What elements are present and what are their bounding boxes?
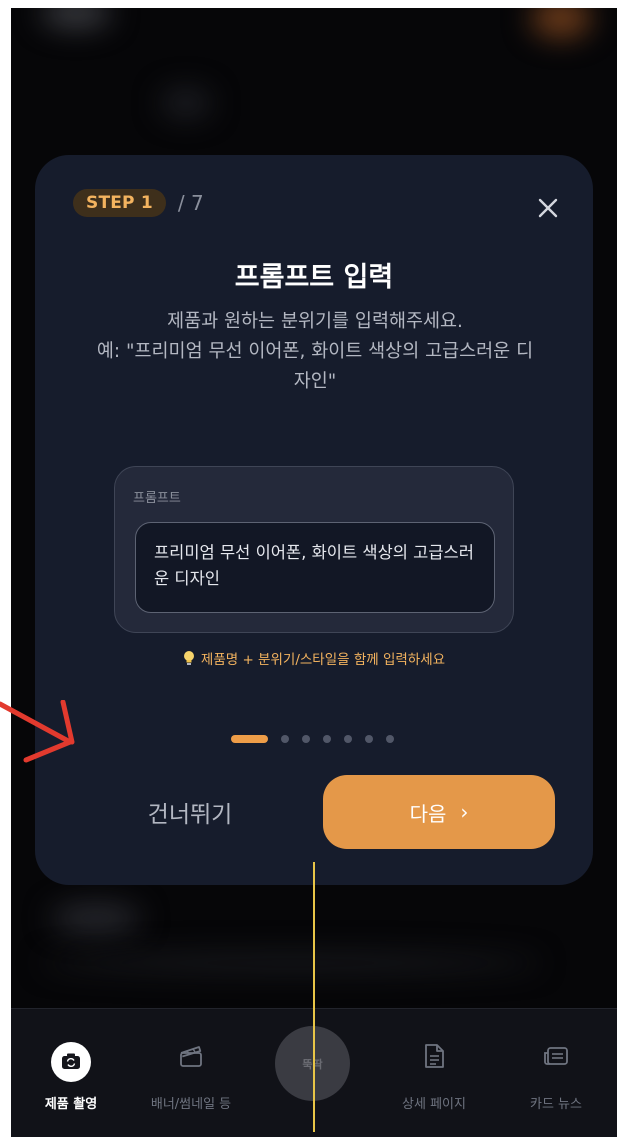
nav-label: 상세 페이지	[402, 1097, 466, 1112]
page-dot	[323, 735, 331, 743]
step-badge: STEP 1	[73, 189, 166, 217]
skip-button[interactable]: 건너뛰기	[130, 775, 250, 849]
lightbulb-icon	[183, 651, 194, 665]
prompt-input[interactable]: 프리미엄 무선 이어폰, 화이트 색상의 고급스러운 디자인	[135, 522, 495, 613]
page-dot	[344, 735, 352, 743]
chevron-right-icon: ›	[460, 800, 469, 824]
close-button[interactable]	[535, 195, 561, 221]
description-line-2: 예: "프리미엄 무선 이어폰, 화이트 색상의 고급스러운 디자인"	[96, 341, 534, 392]
nav-label: 제품 촬영	[44, 1097, 98, 1112]
step-total: / 7	[177, 191, 204, 215]
nav-item-card-news[interactable]: 카드 뉴스	[495, 1009, 617, 1137]
page-dot	[386, 735, 394, 743]
document-icon	[425, 1044, 444, 1068]
page-dot	[281, 735, 289, 743]
close-icon	[538, 198, 558, 218]
skip-label: 건너뛰기	[147, 802, 233, 828]
prompt-card: 프롬프트 프리미엄 무선 이어폰, 화이트 색상의 고급스러운 디자인	[114, 466, 514, 633]
page-dot	[302, 735, 310, 743]
nav-item-banner-thumbnail[interactable]: 배너/썸네일 등	[131, 1009, 251, 1137]
clapperboard-icon	[180, 1046, 202, 1067]
tip-text: 제품명 + 분위기/스타일을 함께 입력하세요	[35, 648, 593, 668]
page-indicator	[231, 734, 394, 744]
nav-label: 배너/썸네일 등	[150, 1097, 232, 1112]
step-indicator: STEP 1 / 7	[73, 189, 204, 217]
page-dot	[365, 735, 373, 743]
tip-label: 제품명 + 분위기/스타일을 함께 입력하세요	[200, 652, 446, 668]
onboarding-modal: STEP 1 / 7 프롬프트 입력 제품과 원하는 분위기를 입력해주세요. …	[35, 155, 593, 885]
description-line-1: 제품과 원하는 분위기를 입력해주세요.	[167, 311, 463, 332]
nav-item-product-photo[interactable]: 제품 촬영	[11, 1009, 131, 1137]
prompt-label: 프롬프트	[133, 491, 181, 506]
annotation-arrow-icon	[0, 700, 75, 763]
news-card-icon	[544, 1047, 568, 1065]
page-dot-active	[231, 735, 268, 743]
annotation-line	[313, 862, 315, 1132]
modal-description: 제품과 원하는 분위기를 입력해주세요. 예: "프리미엄 무선 이어폰, 화이…	[95, 307, 535, 397]
next-label: 다음	[409, 801, 447, 826]
nav-label: 카드 뉴스	[530, 1097, 582, 1112]
nav-item-detail-page[interactable]: 상세 페이지	[373, 1009, 495, 1137]
modal-title: 프롬프트 입력	[234, 262, 394, 293]
camera-swap-icon	[51, 1042, 91, 1082]
next-button[interactable]: 다음 ›	[323, 775, 555, 849]
